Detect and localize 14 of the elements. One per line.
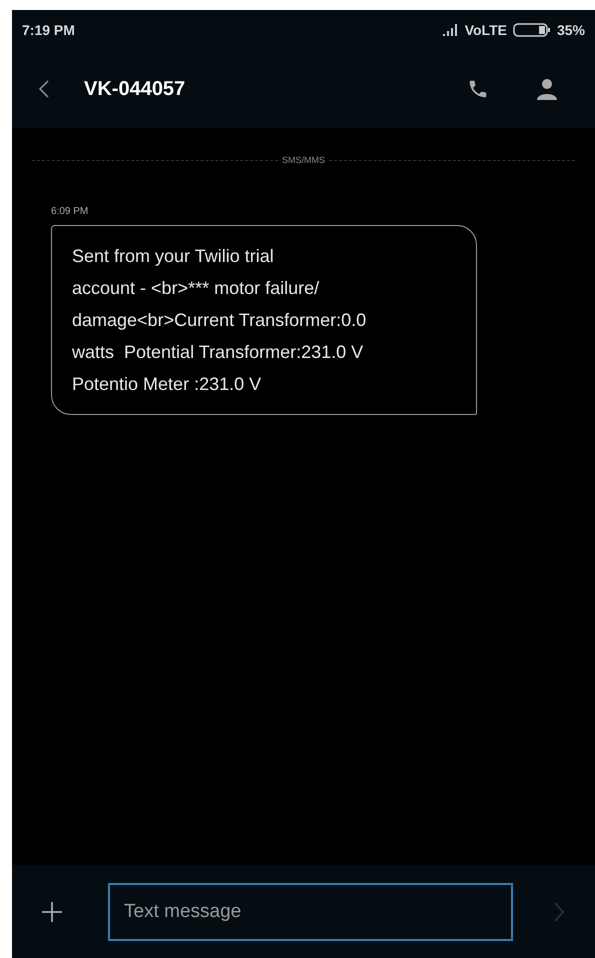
divider-label: SMS/MMS [282,154,326,167]
person-icon [537,78,557,100]
signal-icon [442,24,459,36]
plus-icon [42,902,62,922]
battery-icon [512,23,551,37]
phone-icon [467,78,489,100]
status-time: 7:19 PM [22,20,75,40]
battery-percent: 35% [556,20,585,40]
back-icon [38,79,50,99]
message-time: 6:09 PM [51,204,90,218]
message-field[interactable]: Text message [108,882,513,940]
contact-title: VK-044057 [84,77,186,102]
network-label: VoLTE [464,20,507,40]
message-bubble: Sent from your Twilio trial account - <br>*** motor failure/ damage<br>Current Transformer:0.0 watts Potential Transformer:231.0 V Potentio Meter :231.0 V [51,224,477,414]
